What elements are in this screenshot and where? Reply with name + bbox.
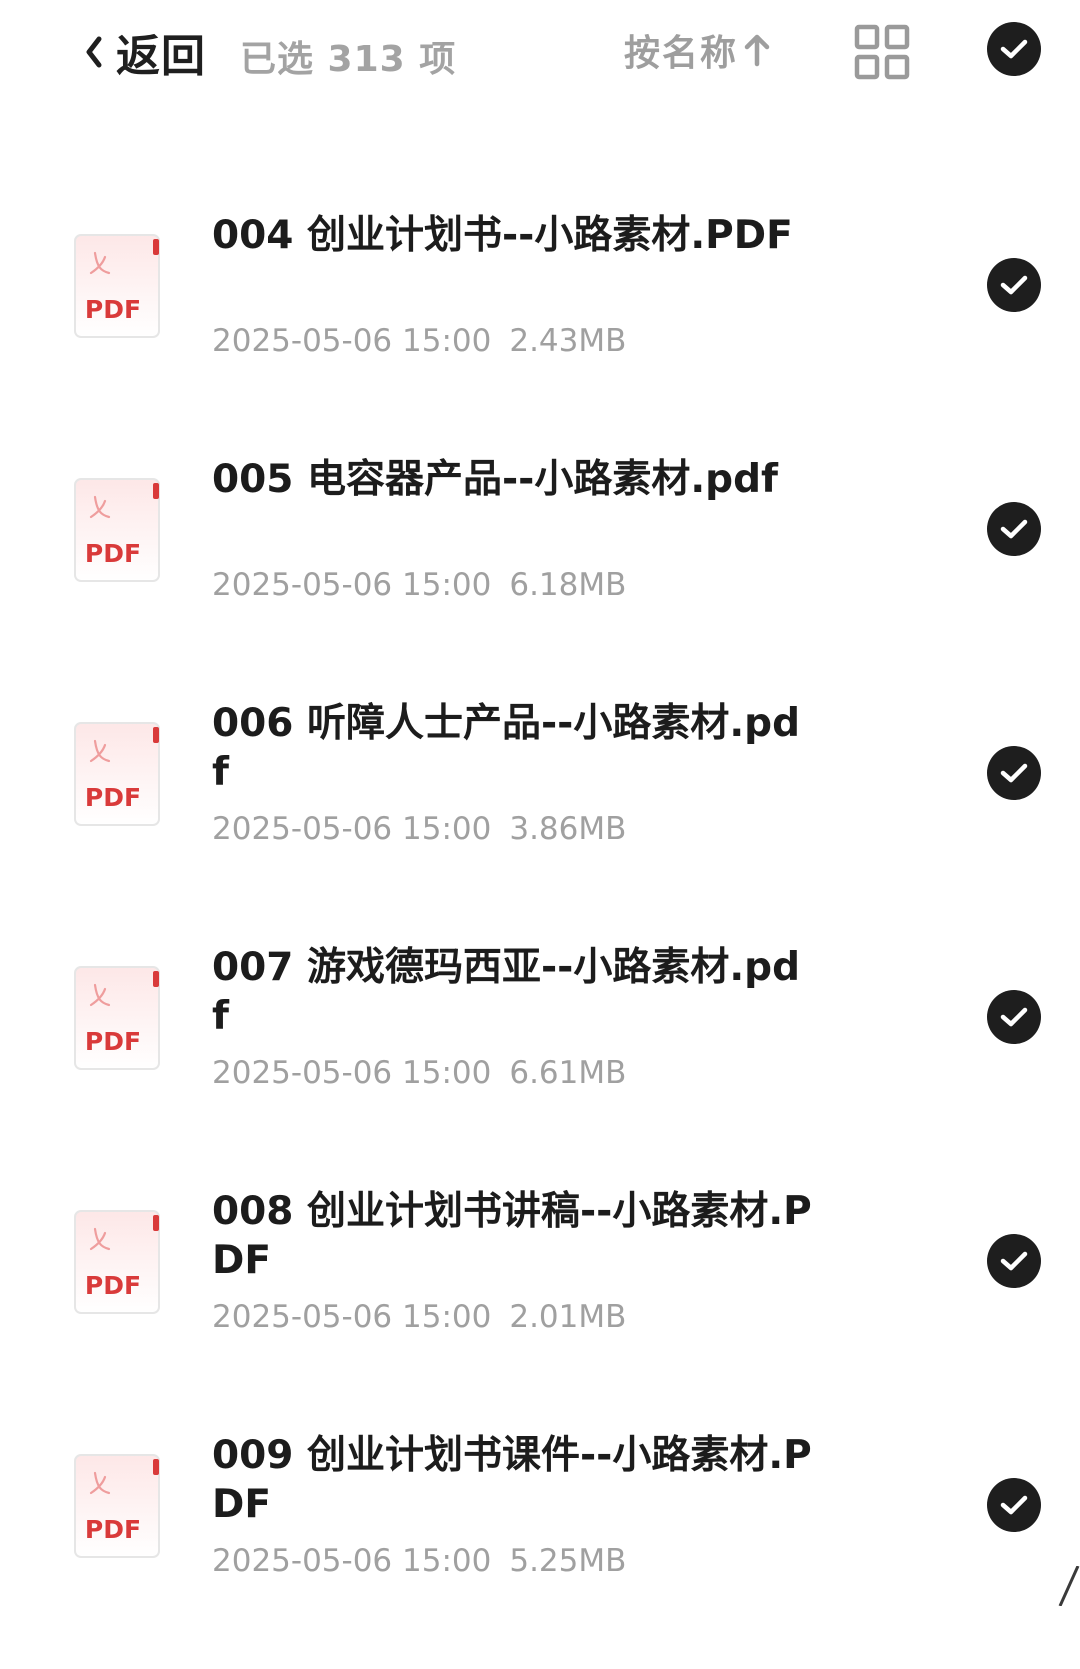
file-row[interactable]: PDF 009 创业计划书课件--小路素材.PDF 2025-05-06 15:…	[0, 1425, 1080, 1669]
file-meta: 2025-05-06 15:00 6.61MB	[212, 1055, 626, 1091]
back-button[interactable]: 返回	[80, 22, 206, 82]
select-all-check-icon[interactable]	[987, 22, 1041, 76]
pdf-type-label: PDF	[85, 1027, 141, 1056]
file-date: 2025-05-06 15:00	[212, 567, 492, 603]
file-row[interactable]: PDF 006 听障人士产品--小路素材.pdf 2025-05-06 15:0…	[0, 693, 1080, 937]
back-label: 返回	[116, 31, 206, 82]
sort-label: 按名称	[624, 33, 739, 74]
check-circle-icon[interactable]	[987, 258, 1041, 312]
file-date: 2025-05-06 15:00	[212, 323, 492, 359]
file-row[interactable]: PDF 008 创业计划书讲稿--小路素材.PDF 2025-05-06 15:…	[0, 1181, 1080, 1425]
file-size: 2.43MB	[509, 323, 627, 359]
file-row[interactable]: PDF 005 电容器产品--小路素材.pdf 2025-05-06 15:00…	[0, 449, 1080, 693]
file-date: 2025-05-06 15:00	[212, 811, 492, 847]
pdf-type-label: PDF	[85, 1515, 141, 1544]
check-circle-icon[interactable]	[987, 1234, 1041, 1288]
file-list: PDF 004 创业计划书--小路素材.PDF 2025-05-06 15:00…	[0, 205, 1080, 1669]
file-size: 2.01MB	[509, 1299, 627, 1335]
file-date: 2025-05-06 15:00	[212, 1299, 492, 1335]
file-size: 5.25MB	[509, 1543, 627, 1579]
file-row[interactable]: PDF 007 游戏德玛西亚--小路素材.pdf 2025-05-06 15:0…	[0, 937, 1080, 1181]
pdf-file-icon: PDF	[74, 1210, 160, 1314]
grid-view-icon[interactable]	[854, 24, 910, 80]
chevron-left-icon	[80, 32, 108, 72]
file-name: 007 游戏德玛西亚--小路素材.pdf	[212, 945, 801, 1039]
file-name: 009 创业计划书课件--小路素材.PDF	[212, 1433, 812, 1527]
file-meta: 2025-05-06 15:00 3.86MB	[212, 811, 626, 847]
file-name: 004 创业计划书--小路素材.PDF	[212, 213, 793, 258]
pdf-type-label: PDF	[85, 295, 141, 324]
file-name: 008 创业计划书讲稿--小路素材.PDF	[212, 1189, 812, 1283]
check-circle-icon[interactable]	[987, 746, 1041, 800]
file-row[interactable]: PDF 004 创业计划书--小路素材.PDF 2025-05-06 15:00…	[0, 205, 1080, 449]
check-circle-icon[interactable]	[987, 502, 1041, 556]
sort-button[interactable]: 按名称	[624, 26, 772, 74]
pdf-type-label: PDF	[85, 539, 141, 568]
file-size: 6.18MB	[509, 567, 627, 603]
file-meta: 2025-05-06 15:00 6.18MB	[212, 567, 626, 603]
pdf-file-icon: PDF	[74, 966, 160, 1070]
pdf-file-icon: PDF	[74, 234, 160, 338]
pdf-file-icon: PDF	[74, 722, 160, 826]
pdf-file-icon: PDF	[74, 478, 160, 582]
top-bar: 返回 已选 313 项 按名称	[0, 0, 1080, 110]
check-circle-icon[interactable]	[987, 990, 1041, 1044]
pdf-type-label: PDF	[85, 783, 141, 812]
pdf-type-label: PDF	[85, 1271, 141, 1300]
selected-count: 已选 313 项	[240, 39, 457, 80]
file-meta: 2025-05-06 15:00 5.25MB	[212, 1543, 626, 1579]
pdf-file-icon: PDF	[74, 1454, 160, 1558]
file-meta: 2025-05-06 15:00 2.43MB	[212, 323, 626, 359]
arrow-up-icon	[742, 32, 772, 68]
file-date: 2025-05-06 15:00	[212, 1055, 492, 1091]
file-date: 2025-05-06 15:00	[212, 1543, 492, 1579]
scroll-edge-mark	[1058, 1566, 1080, 1606]
file-meta: 2025-05-06 15:00 2.01MB	[212, 1299, 626, 1335]
file-size: 6.61MB	[509, 1055, 627, 1091]
file-name: 005 电容器产品--小路素材.pdf	[212, 457, 778, 502]
file-name: 006 听障人士产品--小路素材.pdf	[212, 701, 801, 795]
file-size: 3.86MB	[509, 811, 627, 847]
check-circle-icon[interactable]	[987, 1478, 1041, 1532]
